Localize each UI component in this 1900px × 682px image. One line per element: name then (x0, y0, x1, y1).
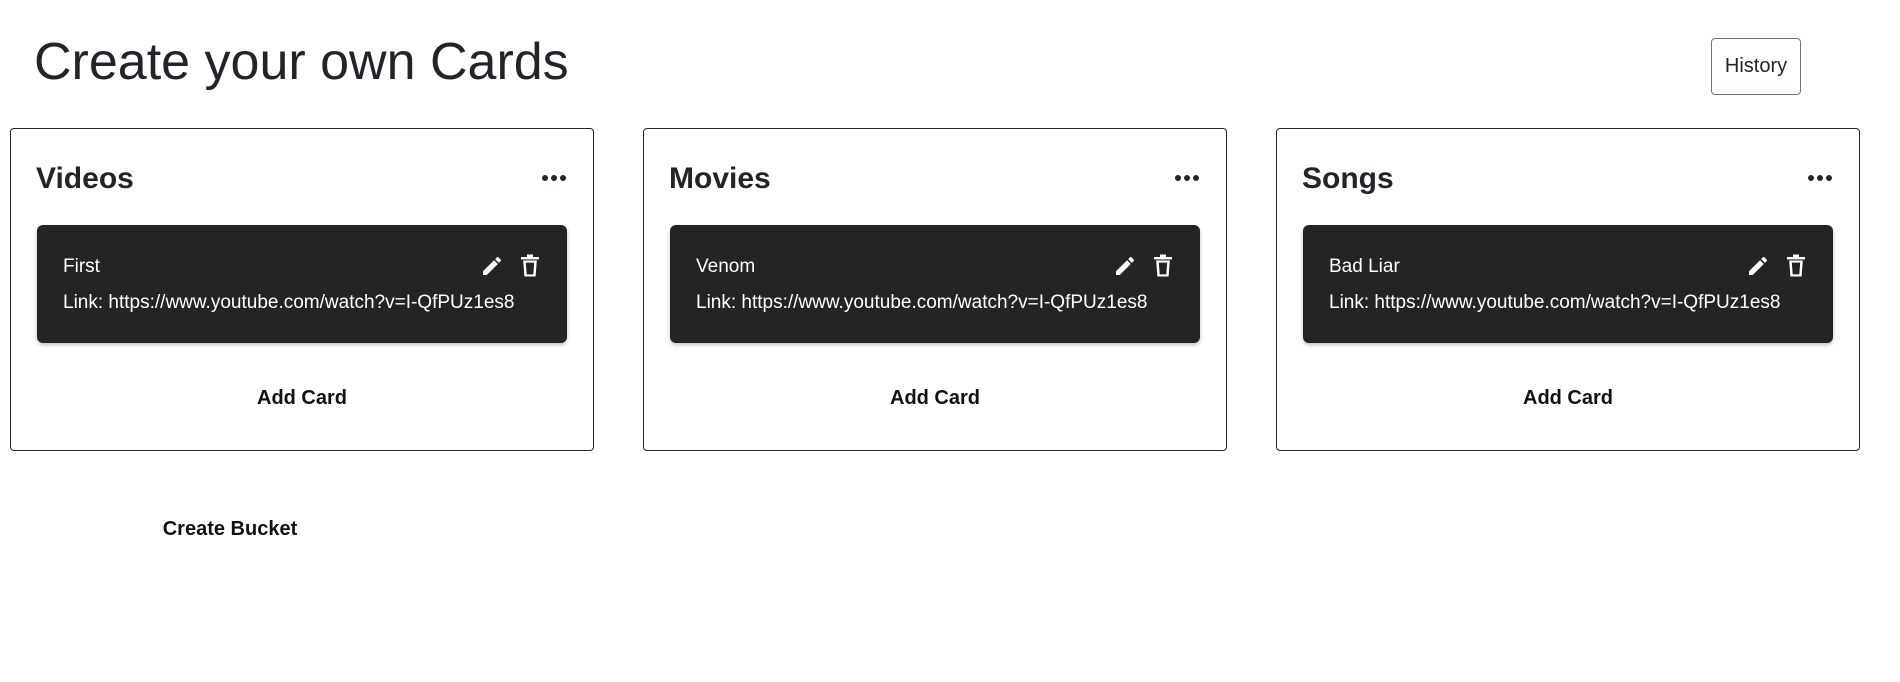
card: Venom Link: https://www.youtube.com/watc… (670, 225, 1200, 343)
pencil-icon[interactable] (1746, 254, 1770, 278)
bucket-movies: Movies Venom Link: https://www.youtube.c… (643, 128, 1227, 451)
trash-icon[interactable] (1785, 254, 1807, 278)
bucket-title: Videos (36, 162, 134, 195)
bucket-title: Movies (669, 162, 771, 195)
add-card-button[interactable]: Add Card (11, 383, 593, 413)
trash-icon[interactable] (1152, 254, 1174, 278)
card-link: Link: https://www.youtube.com/watch?v=I-… (696, 292, 1148, 313)
bucket-videos: Videos First Link: https://www.youtube.c… (10, 128, 594, 451)
card-title: First (63, 256, 100, 277)
create-bucket-button[interactable]: Create Bucket (130, 513, 330, 545)
add-card-button[interactable]: Add Card (1277, 383, 1859, 413)
page-title: Create your own Cards (34, 33, 569, 91)
card: Bad Liar Link: https://www.youtube.com/w… (1303, 225, 1833, 343)
bucket-list: Videos First Link: https://www.youtube.c… (10, 128, 1860, 451)
card-link: Link: https://www.youtube.com/watch?v=I-… (1329, 292, 1781, 313)
card-title: Bad Liar (1329, 256, 1400, 277)
bucket-songs: Songs Bad Liar Link: https://www.youtube… (1276, 128, 1860, 451)
card-title: Venom (696, 256, 756, 277)
more-horizontal-icon[interactable] (1173, 169, 1201, 187)
more-horizontal-icon[interactable] (1806, 169, 1834, 187)
card: First Link: https://www.youtube.com/watc… (37, 225, 567, 343)
bucket-title: Songs (1302, 162, 1394, 195)
pencil-icon[interactable] (480, 254, 504, 278)
card-link: Link: https://www.youtube.com/watch?v=I-… (63, 292, 515, 313)
pencil-icon[interactable] (1113, 254, 1137, 278)
history-button[interactable]: History (1711, 38, 1801, 95)
add-card-button[interactable]: Add Card (644, 383, 1226, 413)
trash-icon[interactable] (519, 254, 541, 278)
page: Create your own Cards History Videos Fir… (0, 0, 1900, 682)
more-horizontal-icon[interactable] (540, 169, 568, 187)
